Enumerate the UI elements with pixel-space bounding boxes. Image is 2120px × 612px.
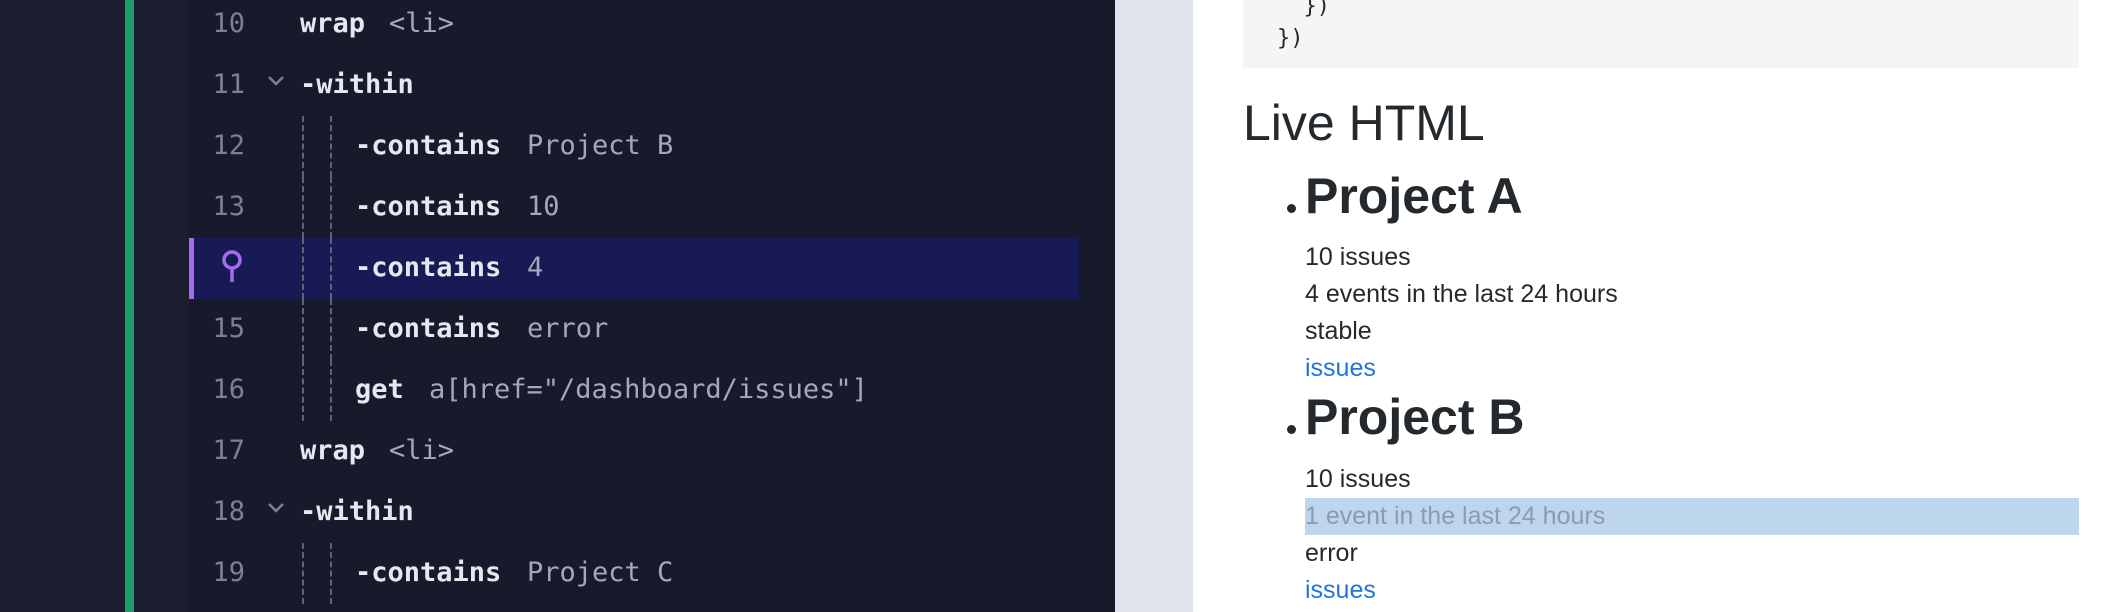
project-issues: 10 issues (1305, 465, 1411, 493)
pin-icon[interactable] (219, 248, 245, 288)
command-row[interactable]: 17 wrap <li> (189, 421, 1079, 482)
indent-guide (330, 543, 332, 604)
command-row[interactable]: 10 wrap <li> (189, 0, 1079, 55)
project-status: stable (1305, 317, 1372, 345)
line-number: 16 (212, 374, 245, 405)
indent-guide (330, 177, 332, 238)
test-status-bar (125, 0, 134, 612)
command-row[interactable]: 12 -contains Project B (189, 116, 1079, 177)
command-name: -contains (355, 191, 502, 222)
code-line: }) (1277, 0, 1330, 19)
command-row-active[interactable]: -contains 4 (189, 238, 1079, 299)
command-name: wrap (300, 435, 366, 466)
list-bullet (1287, 204, 1296, 213)
indent-guide (330, 116, 332, 177)
chevron-down-icon[interactable] (265, 69, 287, 91)
line-number: 13 (212, 191, 245, 222)
command-row[interactable]: 18 -within (189, 482, 1079, 543)
project-events: 1 event in the last 24 hours (1305, 502, 1606, 530)
command-name: get (355, 374, 404, 405)
panel-resize-handle[interactable] (1115, 0, 1193, 612)
project-issues: 10 issues (1305, 243, 1411, 271)
command-name: -contains (355, 557, 502, 588)
command-argument: a[href="/dashboard/issues"] (429, 374, 868, 405)
command-gutter (134, 0, 189, 612)
project-title: Project B (1305, 389, 1525, 445)
indent-guide (330, 299, 332, 360)
command-argument: <li> (389, 8, 455, 39)
command-row[interactable]: 16 get a[href="/dashboard/issues"] (189, 360, 1079, 421)
command-name: -contains (355, 130, 502, 161)
command-name: -within (300, 496, 414, 527)
indent-guide (302, 238, 304, 299)
project-status: error (1305, 539, 1358, 567)
command-argument: <li> (389, 435, 455, 466)
project-title: Project A (1305, 168, 1523, 224)
issues-link[interactable]: issues (1305, 354, 1376, 383)
line-number: 15 (212, 313, 245, 344)
command-argument: Project B (527, 130, 674, 161)
command-argument: 10 (527, 191, 560, 222)
command-name: -contains (355, 252, 502, 283)
issues-link[interactable]: issues (1305, 576, 1376, 605)
indent-guide (330, 238, 332, 299)
line-number: 19 (212, 557, 245, 588)
line-number: 17 (212, 435, 245, 466)
panel-divider (1079, 0, 1115, 612)
indent-guide (302, 543, 304, 604)
line-number: 10 (212, 8, 245, 39)
code-line: }) (1277, 26, 1304, 51)
indent-guide (302, 299, 304, 360)
indent-guide (302, 116, 304, 177)
active-row-marker (189, 238, 194, 299)
project-events: 4 events in the last 24 hours (1305, 280, 1618, 308)
command-name: -contains (355, 313, 502, 344)
section-heading: Live HTML (1243, 95, 1485, 151)
indent-guide (302, 360, 304, 421)
command-row[interactable]: 13 -contains 10 (189, 177, 1079, 238)
line-number: 12 (212, 130, 245, 161)
chevron-down-icon[interactable] (265, 496, 287, 518)
command-argument: 4 (527, 252, 544, 283)
line-number: 18 (212, 496, 245, 527)
command-argument: Project C (527, 557, 674, 588)
command-name: wrap (300, 8, 366, 39)
list-bullet (1287, 425, 1296, 434)
indent-guide (330, 360, 332, 421)
command-row[interactable]: 15 -contains error (189, 299, 1079, 360)
code-block: }) }) (1243, 0, 2079, 68)
command-argument: error (527, 313, 609, 344)
command-name: -within (300, 69, 414, 100)
command-row[interactable]: 19 -contains Project C (189, 543, 1079, 604)
command-row[interactable]: 11 -within (189, 55, 1079, 116)
line-number: 11 (212, 69, 245, 100)
indent-guide (302, 177, 304, 238)
